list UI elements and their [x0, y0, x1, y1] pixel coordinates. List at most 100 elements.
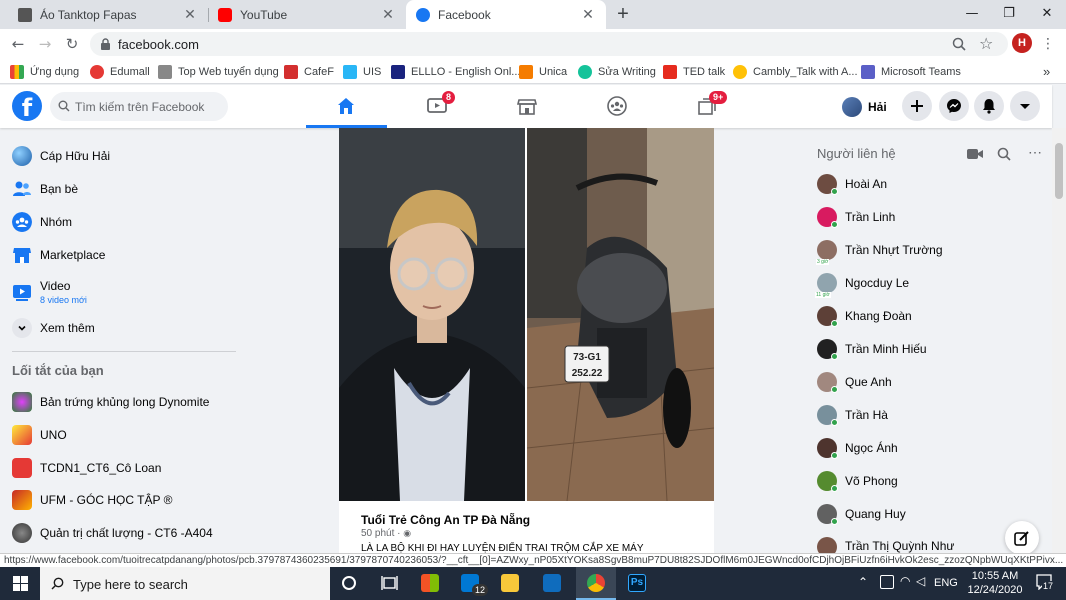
marketplace-icon [13, 248, 31, 263]
tab-marketplace[interactable] [486, 85, 566, 128]
menu-kebab-icon[interactable]: ⋮ [1037, 33, 1059, 55]
post-photo-portrait[interactable] [339, 128, 525, 501]
address-bar[interactable]: facebook.com ☆ [90, 32, 1008, 56]
mail-taskbar-button[interactable]: 12 [450, 567, 490, 600]
bookmark-teams[interactable]: Microsoft Teams [861, 63, 961, 80]
contact-item[interactable]: Quang Huy [817, 501, 906, 527]
contact-item[interactable]: Võ Phong [817, 468, 898, 494]
contact-item[interactable]: Trần Minh Hiếu [817, 336, 927, 362]
bookmarks-overflow-icon[interactable]: » [1043, 63, 1050, 80]
topweb-icon [158, 64, 172, 79]
profile-chip[interactable]: Hải [842, 94, 887, 120]
action-center-button[interactable]: 17 [1034, 572, 1058, 594]
shortcut-item[interactable]: Bản trứng khủng long Dynomite [12, 387, 209, 417]
store-taskbar-button[interactable] [410, 567, 450, 600]
link-status-bar: https://www.facebook.com/tuoitrecatpdana… [0, 553, 1066, 567]
restore-icon[interactable]: ❐ [992, 0, 1026, 29]
see-more-button[interactable]: Xem thêm [12, 313, 95, 343]
forward-arrow-icon[interactable]: → [34, 33, 56, 55]
sidebar-item-marketplace[interactable]: Marketplace [12, 240, 105, 270]
search-icon [58, 100, 70, 112]
bookmark-star-icon[interactable]: ☆ [979, 34, 993, 53]
start-button[interactable] [0, 567, 40, 600]
bell-icon [983, 99, 995, 114]
bookmark-edumall[interactable]: Edumall [90, 63, 150, 80]
more-options-icon[interactable]: ⋯ [1028, 144, 1042, 161]
tab-watch[interactable]: 8 [396, 85, 476, 128]
bookmark-uis[interactable]: UIS [343, 63, 381, 80]
back-arrow-icon[interactable]: ← [7, 33, 29, 55]
contact-item[interactable]: Trần Hà [817, 402, 888, 428]
bookmark-cambly[interactable]: Cambly_Talk with A... [733, 63, 858, 80]
shortcut-item[interactable]: UFM - GÓC HỌC TẬP ® [12, 485, 172, 515]
contact-item[interactable]: 11 giờ Ngocduy Le [815, 270, 909, 298]
contact-item[interactable]: Trần Thị Quỳnh Như [817, 534, 954, 553]
outlook-taskbar-button[interactable] [532, 567, 572, 600]
contact-item[interactable]: Hoài An [817, 171, 887, 197]
scrollbar-thumb[interactable] [1055, 143, 1063, 199]
contact-item[interactable]: Que Anh [817, 369, 892, 395]
close-window-icon[interactable]: ✕ [1030, 0, 1064, 29]
tab-youtube[interactable]: YouTube ✕ [208, 0, 406, 29]
new-message-button[interactable] [1005, 521, 1039, 555]
bookmark-elllo[interactable]: ELLLO - English Onl... [391, 63, 520, 80]
facebook-logo-icon[interactable]: f [12, 91, 42, 122]
chrome-taskbar-button[interactable] [576, 567, 616, 600]
messenger-button[interactable] [939, 91, 969, 121]
tab-gaming[interactable]: 9+ [666, 85, 746, 128]
file-explorer-button[interactable] [490, 567, 530, 600]
task-view-button[interactable] [370, 567, 410, 600]
video-call-icon[interactable] [967, 148, 983, 160]
sidebar-item-profile[interactable]: Cáp Hữu Hải [12, 141, 110, 171]
tab-groups[interactable] [576, 85, 656, 128]
bookmark-unica[interactable]: Unica [519, 63, 567, 80]
shortcut-item[interactable]: Quản trị chất lượng - CT6 -A404 [12, 518, 213, 548]
tab-tanktop[interactable]: Áo Tanktop Fapas ✕ [8, 0, 208, 29]
create-button[interactable] [902, 91, 932, 121]
avatar [817, 306, 838, 327]
bookmark-ted[interactable]: TED talk [663, 63, 725, 80]
task-view-icon [381, 576, 398, 590]
gaming-badge: 9+ [709, 91, 728, 104]
bookmark-cafef[interactable]: CafeF [284, 63, 334, 80]
profile-avatar[interactable]: H [1012, 33, 1032, 53]
new-tab-button[interactable]: + [612, 4, 634, 26]
contact-item[interactable]: Khang Đoàn [817, 303, 912, 329]
bookmark-topweb[interactable]: Top Web tuyển dụng [158, 63, 279, 80]
close-tab-icon[interactable]: ✕ [380, 6, 396, 23]
post-author[interactable]: Tuổi Trẻ Công An TP Đà Nẵng [361, 513, 530, 527]
language-indicator[interactable]: ENG [934, 577, 958, 589]
search-icon[interactable] [997, 147, 1011, 161]
zoom-icon[interactable] [952, 37, 966, 51]
tab-home[interactable] [306, 85, 386, 128]
minimize-icon[interactable]: — [955, 0, 989, 29]
bookmark-grammarly[interactable]: Sửa Writing [578, 63, 656, 80]
bookmark-apps[interactable]: Ứng dụng [10, 63, 79, 80]
sidebar-item-friends[interactable]: Bạn bè [12, 174, 78, 204]
cortana-button[interactable] [330, 567, 370, 600]
shortcut-item[interactable]: UNO [12, 420, 67, 450]
contact-item[interactable]: 3 giờ Trần Nhựt Trường [816, 237, 943, 265]
contact-item[interactable]: Ngọc Ánh [817, 435, 898, 461]
chevron-up-icon[interactable]: ⌃ [858, 575, 868, 589]
system-clock[interactable]: 10:55 AM 12/24/2020 [958, 569, 1032, 598]
battery-icon[interactable] [880, 575, 894, 589]
reload-icon[interactable]: ↻ [61, 33, 83, 55]
notifications-button[interactable] [974, 91, 1004, 121]
account-menu-button[interactable] [1010, 91, 1040, 121]
taskbar-search-input[interactable]: Type here to search [40, 567, 330, 600]
facebook-search-input[interactable]: Tìm kiếm trên Facebook [50, 92, 228, 121]
sidebar-item-groups[interactable]: Nhóm [12, 207, 72, 237]
shortcut-item[interactable]: TCDN1_CT6_Cô Loan [12, 453, 161, 483]
wifi-icon[interactable]: ◠ [900, 574, 910, 588]
sidebar-item-video[interactable]: Video 8 video mới [12, 276, 87, 308]
close-tab-icon[interactable]: ✕ [580, 6, 596, 23]
contact-item[interactable]: Trần Linh [817, 204, 895, 230]
close-tab-icon[interactable]: ✕ [182, 6, 198, 23]
avatar [817, 537, 837, 553]
photoshop-taskbar-button[interactable]: Ps [617, 567, 657, 600]
tab-facebook[interactable]: Facebook ✕ [406, 0, 606, 29]
post-timestamp[interactable]: 50 phút · ◉ [361, 528, 411, 539]
post-photo-motorbike[interactable]: 73-G1 252.22 [527, 128, 714, 501]
volume-icon[interactable]: ◁ [916, 574, 925, 588]
